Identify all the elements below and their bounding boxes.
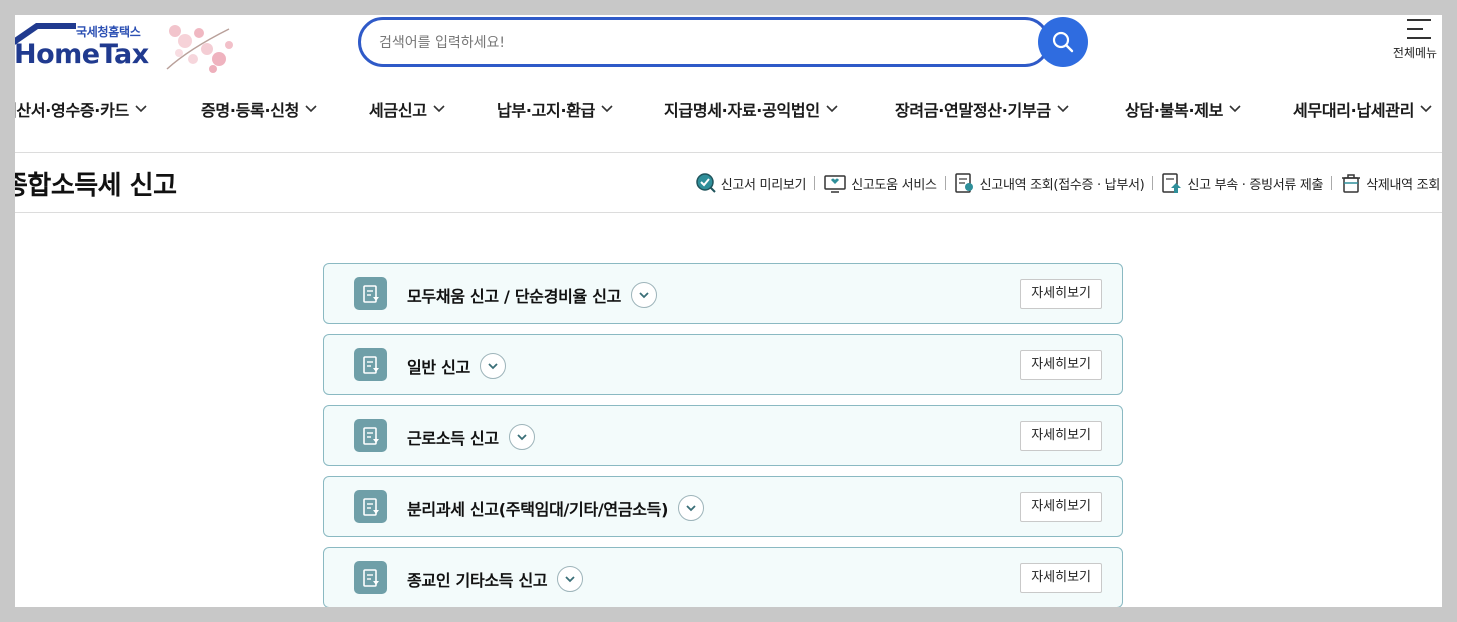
search-box [358,17,1050,67]
detail-button[interactable]: 자세히보기 [1020,421,1102,451]
accordion-title: 모두채움 신고 / 단순경비율 신고 [407,287,622,306]
quicklink-separator [814,176,816,190]
expand-toggle-button[interactable] [678,495,705,521]
chevron-down-icon [686,505,696,512]
nav-item-receipts[interactable]: 계산서·영수증·카드 [15,97,147,121]
quicklink-submit-documents[interactable]: 신고 부속 · 증빙서류 제출 [1161,172,1324,194]
chevron-down-icon [1229,105,1241,113]
chevron-down-icon [135,105,147,113]
chevron-down-icon [1420,105,1432,113]
quicklink-history[interactable]: 신고내역 조회(접수증 · 납부서) [954,172,1145,194]
logo-subtitle: 국세청홈택스 [76,25,141,39]
all-menu-label: 전체메뉴 [1392,46,1438,60]
page-title: 종합소득세 신고 [15,171,177,201]
document-pen-icon [354,561,387,594]
accordion-item[interactable]: 종교인 기타소득 신고 자세히보기 [323,547,1123,607]
accordion-header: 종교인 기타소득 신고 [407,566,584,592]
nav-item-label: 증명·등록·신청 [201,101,300,120]
magnifier-check-icon [695,173,716,193]
document-upload-icon [1162,173,1182,193]
accordion-item[interactable]: 일반 신고 자세히보기 [323,334,1123,395]
accordion-title: 분리과세 신고(주택임대/기타/연금소득) [407,500,669,519]
nav-item-certificates[interactable]: 증명·등록·신청 [201,97,317,121]
title-divider [15,212,1442,213]
accordion-item[interactable]: 분리과세 신고(주택임대/기타/연금소득) 자세히보기 [323,476,1123,537]
nav-item-statements[interactable]: 지급명세·자료·공익법인 [664,97,838,121]
search-button[interactable] [1038,17,1088,67]
accordion-title: 근로소득 신고 [407,429,499,448]
nav-item-label: 계산서·영수증·카드 [15,101,129,120]
chevron-down-icon [305,105,317,113]
search-icon [1052,31,1074,53]
nav-item-label: 세금신고 [369,101,427,120]
nav-item-label: 세무대리·납세관리 [1293,101,1415,120]
nav-item-incentives[interactable]: 장려금·연말정산·기부금 [895,97,1069,121]
nav-item-label: 지급명세·자료·공익법인 [664,101,820,120]
expand-toggle-button[interactable] [631,282,658,308]
trash-icon [1342,174,1361,193]
logo-title: HomeTax [15,39,149,70]
document-pen-icon [354,277,387,310]
document-pen-icon [354,348,387,381]
document-search-icon [954,173,973,193]
chevron-down-icon [639,292,649,299]
quicklink-label: 신고내역 조회(접수증 · 납부서) [979,177,1145,193]
hometax-logo[interactable]: 국세청홈택스 HomeTax [15,17,242,77]
nav-divider [15,152,1442,153]
accordion-title: 종교인 기타소득 신고 [407,571,548,590]
filing-type-list: 모두채움 신고 / 단순경비율 신고 자세히보기 일반 신고 자세히보기 근로소… [323,263,1123,607]
blossom-decoration-icon [166,25,233,73]
quick-links: 신고서 미리보기 신고도움 서비스 신고내역 조회(접수증 · 납부서) 신고 … [695,171,1440,195]
accordion-header: 모두채움 신고 / 단순경비율 신고 [407,282,658,308]
accordion-header: 근로소득 신고 [407,424,535,450]
chevron-down-icon [565,576,575,583]
quicklink-separator [1152,176,1154,190]
nav-item-payment[interactable]: 납부·고지·환급 [497,97,613,121]
detail-button[interactable]: 자세히보기 [1020,350,1102,380]
accordion-header: 분리과세 신고(주택임대/기타/연금소득) [407,495,705,521]
chevron-down-icon [826,105,838,113]
quicklink-separator [944,176,946,190]
quicklink-help-service[interactable]: 신고도움 서비스 [823,172,937,194]
detail-button[interactable]: 자세히보기 [1020,492,1102,522]
expand-toggle-button[interactable] [508,424,535,450]
accordion-item[interactable]: 모두채움 신고 / 단순경비율 신고 자세히보기 [323,263,1123,324]
main-navigation: 계산서·영수증·카드 증명·등록·신청 세금신고 납부·고지·환급 지급명세·자… [15,97,1442,127]
chevron-down-icon [433,105,445,113]
expand-toggle-button[interactable] [557,566,584,592]
quicklink-deleted-history[interactable]: 삭제내역 조회 [1340,172,1440,194]
chevron-down-icon [488,363,498,370]
quicklink-preview[interactable]: 신고서 미리보기 [695,172,806,194]
nav-item-label: 상담·불복·제보 [1125,101,1224,120]
expand-toggle-button[interactable] [479,353,506,379]
accordion-item[interactable]: 근로소득 신고 자세히보기 [323,405,1123,466]
all-menu-button[interactable]: 전체메뉴 [1389,18,1442,70]
chevron-down-icon [601,105,613,113]
document-pen-icon [354,490,387,523]
nav-item-label: 장려금·연말정산·기부금 [895,101,1051,120]
quicklink-label: 신고 부속 · 증빙서류 제출 [1187,177,1324,193]
detail-button[interactable]: 자세히보기 [1020,279,1102,309]
quicklink-label: 삭제내역 조회 [1366,177,1440,193]
quicklink-label: 신고도움 서비스 [851,177,937,193]
detail-button[interactable]: 자세히보기 [1020,563,1102,593]
chevron-down-icon [517,434,527,441]
nav-item-tax-filing[interactable]: 세금신고 [369,97,445,121]
quicklink-separator [1331,176,1333,190]
nav-item-consultation[interactable]: 상담·불복·제보 [1125,97,1241,121]
nav-item-tax-agent[interactable]: 세무대리·납세관리 [1293,97,1432,121]
chevron-down-icon [1057,105,1069,113]
accordion-header: 일반 신고 [407,353,506,379]
hamburger-menu-icon [1407,19,1431,39]
quicklink-label: 신고서 미리보기 [720,177,807,193]
search-input[interactable] [379,31,979,55]
monitor-help-icon [824,175,846,193]
document-pen-icon [354,419,387,452]
nav-item-label: 납부·고지·환급 [497,101,596,120]
accordion-title: 일반 신고 [407,358,470,377]
page: 국세청홈택스 HomeTax 전체메뉴 [15,15,1442,607]
